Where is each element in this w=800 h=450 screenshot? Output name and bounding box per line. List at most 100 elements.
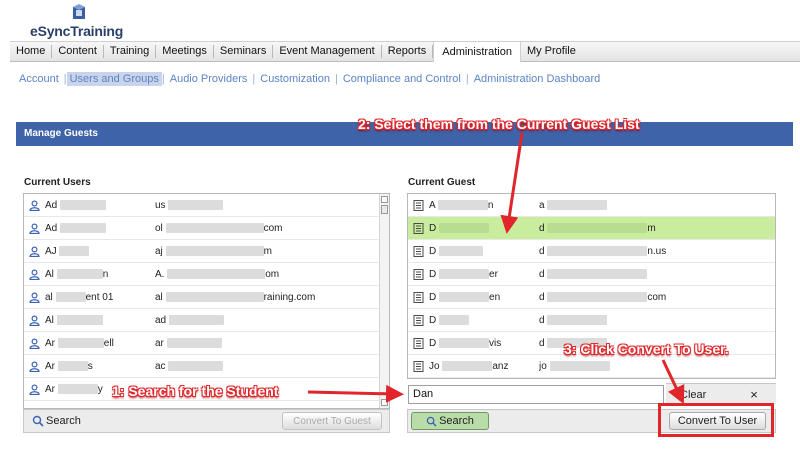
user-email: aj (155, 245, 163, 257)
scroll-thumb[interactable] (381, 205, 388, 214)
list-item[interactable]: Jo anz jo (408, 355, 775, 378)
nav-event-management[interactable]: Event Management (273, 45, 382, 58)
guest-icon (413, 199, 424, 211)
list-item[interactable]: D d (408, 309, 775, 332)
nav-content[interactable]: Content (52, 45, 104, 58)
close-icon[interactable]: × (750, 387, 758, 402)
list-item[interactable]: Ar ell ar (24, 332, 389, 355)
user-name: Ar (45, 337, 55, 349)
list-item[interactable]: Ad ol com (24, 217, 389, 240)
nav-home[interactable]: Home (10, 45, 53, 58)
list-item[interactable]: Ad us (24, 194, 389, 217)
guest-search-button[interactable]: Search (411, 412, 489, 430)
list-item[interactable]: D er d (408, 263, 775, 286)
nav-administration[interactable]: Administration (433, 42, 521, 62)
magnifier-icon (426, 416, 437, 427)
user-name: Al (45, 314, 54, 326)
guest-icon (413, 291, 424, 303)
list-item[interactable]: A n a (408, 194, 775, 217)
guest-email: d (539, 314, 545, 326)
nav-meetings[interactable]: Meetings (156, 45, 214, 58)
list-item[interactable]: Ar s ac (24, 355, 389, 378)
user-email: ad (155, 314, 167, 326)
main-nav: Home Content Training Meetings Seminars … (10, 41, 800, 62)
user-icon (29, 383, 40, 395)
list-item[interactable]: al ent 01 al raining.com (24, 286, 389, 309)
list-item[interactable]: Al ad (24, 309, 389, 332)
guest-icon (413, 268, 424, 280)
user-icon (29, 222, 40, 234)
guest-email: jo (539, 360, 547, 372)
guest-email-end: n.us (647, 245, 667, 257)
user-email: ol (155, 222, 163, 234)
guest-icon (413, 337, 424, 349)
user-icon (29, 199, 40, 211)
users-search-label: Search (46, 415, 81, 427)
guest-search-input[interactable]: Dan (408, 385, 664, 404)
user-icon (29, 337, 40, 349)
guest-name: D (429, 222, 437, 234)
users-footer: Search Convert To Guest (23, 409, 390, 433)
current-users-title: Current Users (24, 177, 91, 188)
list-item-selected[interactable]: D d m (408, 217, 775, 240)
user-name-end: ent 01 (85, 291, 114, 303)
guest-name: Jo (429, 360, 440, 372)
subnav-compliance-and-control[interactable]: Compliance and Control (338, 73, 466, 85)
guests-footer: Search (407, 409, 661, 433)
subnav-account[interactable]: Account (14, 73, 64, 85)
guest-icon (413, 245, 424, 257)
guest-email: d (539, 222, 545, 234)
nav-seminars[interactable]: Seminars (214, 45, 274, 58)
subnav-audio-providers[interactable]: Audio Providers (165, 73, 253, 85)
convert-to-guest-button[interactable]: Convert To Guest (282, 412, 382, 430)
step2-callout: 2: Select them from the Current Guest Li… (358, 116, 640, 132)
user-name: al (45, 291, 53, 303)
guest-name-end: er (489, 268, 498, 280)
subnav-users-and-groups[interactable]: Users and Groups (66, 72, 162, 86)
user-email-end: raining.com (263, 291, 316, 303)
user-name: AJ (45, 245, 57, 257)
guest-icon (413, 314, 424, 326)
users-search-button[interactable]: Search (32, 415, 81, 427)
guest-name: D (429, 337, 437, 349)
guest-email: a (539, 199, 545, 211)
user-email: A. (155, 268, 165, 280)
nav-reports[interactable]: Reports (382, 45, 434, 58)
user-icon (29, 245, 40, 257)
guest-email: d (539, 291, 545, 303)
logo-text: eSyncTraining (30, 23, 124, 39)
user-email: ar (155, 337, 164, 349)
list-item[interactable]: AJ aj m (24, 240, 389, 263)
scroll-down-icon[interactable] (381, 399, 388, 406)
guest-email-end: m (647, 222, 656, 234)
clear-button[interactable]: Clear (680, 389, 706, 401)
subnav-customization[interactable]: Customization (255, 73, 335, 85)
users-scrollbar[interactable] (379, 194, 389, 408)
app-root: { "app": { "logo_text": "eSyncTraining" … (0, 0, 800, 450)
esynctraining-logo[interactable]: eSyncTraining (30, 4, 140, 39)
scroll-up-icon[interactable] (381, 196, 388, 203)
user-name-end: s (87, 360, 93, 372)
list-item[interactable]: Al n A. om (24, 263, 389, 286)
nav-my-profile[interactable]: My Profile (521, 45, 582, 58)
list-item[interactable]: D en d com (408, 286, 775, 309)
logo-cube-icon (73, 4, 85, 19)
user-icon (29, 314, 40, 326)
user-name-end: n (102, 268, 109, 280)
guest-name: D (429, 291, 437, 303)
user-name-end: ell (103, 337, 114, 349)
nav-training[interactable]: Training (104, 45, 157, 58)
current-guest-title: Current Guest (408, 177, 476, 188)
guest-name-end: vis (489, 337, 502, 349)
list-item[interactable]: D d n.us (408, 240, 775, 263)
current-users-list[interactable]: Ad us Ad ol com AJ aj m Al n A. om al en… (23, 193, 390, 409)
step3-callout: 3: Click Convert To User. (564, 341, 729, 357)
guest-name-end: en (489, 291, 501, 303)
user-icon (29, 291, 40, 303)
guest-email: d (539, 245, 545, 257)
subnav-administration-dashboard[interactable]: Administration Dashboard (469, 73, 606, 85)
user-icon (29, 268, 40, 280)
user-name: Al (45, 268, 54, 280)
guest-icon (413, 222, 424, 234)
guest-icon (413, 360, 424, 372)
